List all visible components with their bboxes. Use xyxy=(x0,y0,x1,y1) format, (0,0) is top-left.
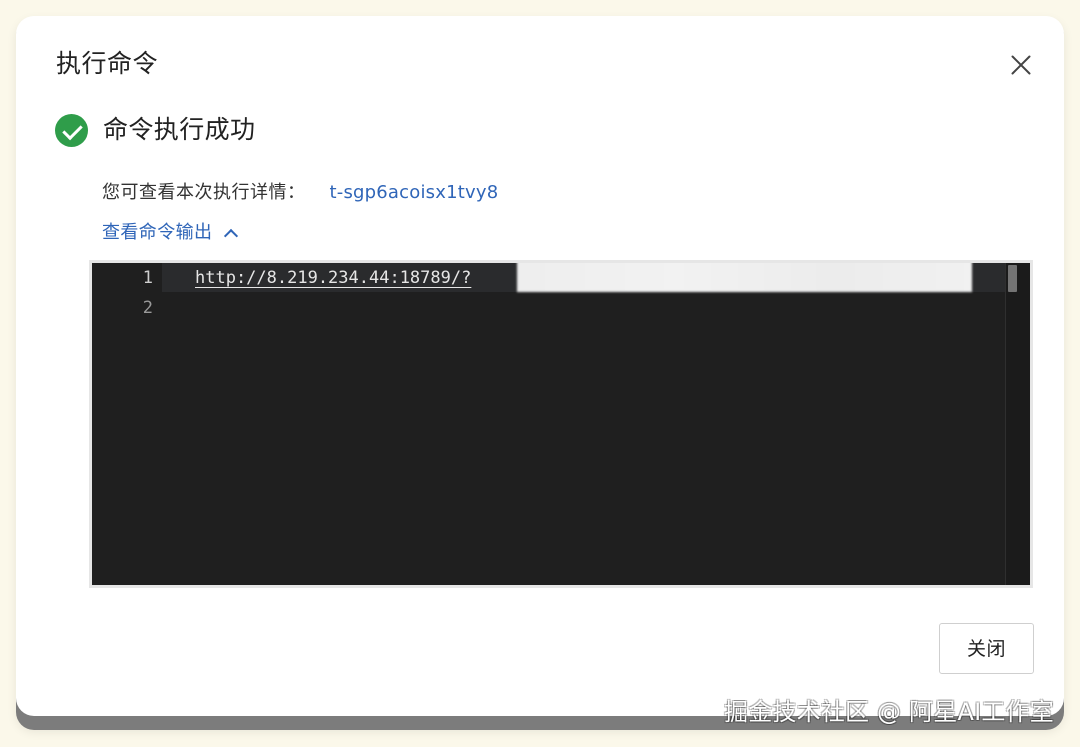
watermark-text: 掘金技术社区 @ 阿星AI工作室 xyxy=(724,698,1054,726)
view-command-output-toggle[interactable]: 查看命令输出 xyxy=(102,218,239,248)
command-output-url[interactable]: http://8.219.234.44:18789/? xyxy=(195,263,471,293)
view-command-output-label: 查看命令输出 xyxy=(102,222,213,243)
execution-detail-row: 您可查看本次执行详情： t-sgp6acoisx1tvy8 xyxy=(102,178,498,208)
redacted-output-mask xyxy=(517,263,972,292)
success-message: 命令执行成功 xyxy=(103,115,256,144)
execution-detail-label: 您可查看本次执行详情： xyxy=(102,182,306,203)
page: 执行命令 命令执行成功 您可查看本次执行详情： t-sgp6acoisx1tvy… xyxy=(0,0,1080,747)
dialog-title: 执行命令 xyxy=(56,49,159,78)
line-number-gutter: 1 2 xyxy=(92,263,162,585)
editor-scrollbar[interactable] xyxy=(1005,263,1030,585)
execution-task-link[interactable]: t-sgp6acoisx1tvy8 xyxy=(330,178,499,208)
command-output-editor[interactable]: 1 2 http://8.219.234.44:18789/? xyxy=(89,260,1033,588)
editor-scrollbar-thumb[interactable] xyxy=(1008,265,1017,292)
chevron-up-icon xyxy=(224,228,239,243)
line-number: 1 xyxy=(142,268,153,288)
success-status: 命令执行成功 xyxy=(55,112,255,148)
line-number: 2 xyxy=(142,298,153,318)
execute-command-dialog: 执行命令 命令执行成功 您可查看本次执行详情： t-sgp6acoisx1tvy… xyxy=(16,16,1064,716)
check-circle-icon xyxy=(55,113,88,147)
close-icon[interactable] xyxy=(1006,50,1036,80)
close-button[interactable]: 关闭 xyxy=(939,623,1034,674)
